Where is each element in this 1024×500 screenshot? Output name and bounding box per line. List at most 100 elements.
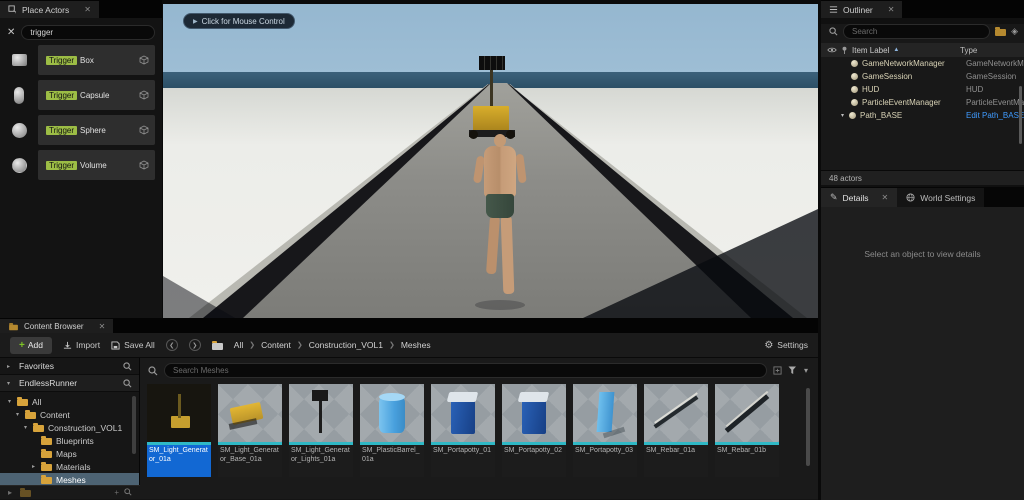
column-item-label[interactable]: Item Label — [852, 46, 889, 55]
mouse-control-button[interactable]: ▶ Click for Mouse Control — [183, 13, 295, 29]
list-item-trigger-volume[interactable]: Trigger Volume — [0, 150, 162, 180]
asset-label: SM_Light_Generator_01a — [147, 445, 211, 477]
breadcrumb-item[interactable]: Construction_VOL1 — [309, 340, 383, 350]
breadcrumb-item[interactable]: Meshes — [401, 340, 431, 350]
chevron-down-icon[interactable]: ▾ — [22, 424, 29, 431]
list-item-trigger-capsule[interactable]: Trigger Capsule — [0, 80, 162, 110]
runner-left-leg — [486, 216, 500, 275]
tab-world-settings[interactable]: World Settings — [897, 188, 984, 207]
tree-item-content[interactable]: ▾ Content — [0, 408, 139, 421]
tab-outliner[interactable]: Outliner ✕ — [821, 1, 902, 18]
favorites-section[interactable]: ▸ Favorites — [0, 358, 139, 375]
new-folder-icon[interactable] — [995, 29, 1006, 36]
asset-thumbnail — [431, 384, 495, 442]
content-browser-panel: Content Browser ✕ + Add Import Save All … — [0, 318, 818, 500]
content-browser-toolbar: + Add Import Save All ❮ ❯ All ❯ Content … — [0, 333, 818, 358]
chevron-down-icon[interactable]: ▾ — [14, 411, 21, 418]
chevron-right-icon[interactable]: ▸ — [30, 463, 37, 470]
asset-tile[interactable]: SM_PlasticBarrel_01a — [360, 384, 426, 477]
tab-details[interactable]: ✎ Details ✕ — [821, 188, 897, 207]
back-button[interactable]: ❮ — [166, 339, 178, 351]
table-row[interactable]: GameNetworkManager GameNetworkManager — [821, 57, 1024, 70]
breadcrumb-item[interactable]: Content — [261, 340, 291, 350]
tree-scrollbar[interactable] — [132, 396, 136, 454]
pin-icon[interactable] — [841, 46, 848, 54]
content-browser-tabbar: Content Browser ✕ — [0, 318, 818, 333]
column-type[interactable]: Type — [960, 46, 1018, 55]
tree-item-materials[interactable]: ▸ Materials — [0, 460, 139, 473]
collections-bar: ▸ + — [0, 485, 140, 499]
table-row[interactable]: ParticleEventManager ParticleEventManage… — [821, 96, 1024, 109]
add-collection-icon[interactable]: + — [114, 488, 119, 497]
chevron-right-icon[interactable]: ▸ — [8, 488, 12, 497]
folder-tree: ▾ All ▾ Content ▾ Construction_VOL1 — [0, 392, 139, 499]
close-icon[interactable]: ✕ — [888, 5, 895, 14]
add-button[interactable]: + Add — [10, 337, 52, 354]
outliner-search-input[interactable] — [843, 24, 990, 39]
outliner-scrollbar[interactable] — [1019, 86, 1022, 144]
asset-tile[interactable]: SM_Rebar_01b — [715, 384, 781, 477]
asset-thumbnail — [715, 384, 779, 442]
actor-count: 48 actors — [821, 170, 1024, 185]
asset-thumbnail — [644, 384, 708, 442]
import-button[interactable]: Import — [63, 340, 100, 350]
search-icon — [148, 366, 158, 376]
breadcrumb-item[interactable]: All — [234, 340, 243, 350]
actor-label: GameSession — [862, 72, 966, 81]
asset-tile[interactable]: SM_Rebar_01a — [644, 384, 710, 477]
outliner-tabbar: Outliner ✕ — [821, 0, 1024, 18]
chevron-down-icon[interactable]: ▾ — [841, 112, 849, 119]
asset-tile[interactable]: SM_Light_Generator_Base_01a — [218, 384, 284, 477]
table-row[interactable]: ▾ Path_BASE Edit Path_BASE — [821, 109, 1024, 122]
path-folder-icon[interactable] — [212, 343, 223, 350]
asset-tile[interactable]: SM_Light_Generator_01a — [147, 384, 213, 477]
drag-cube-icon — [139, 160, 149, 170]
forward-button[interactable]: ❯ — [189, 339, 201, 351]
tab-place-actors[interactable]: Place Actors ✕ — [0, 1, 99, 18]
asset-tile[interactable]: SM_Portapotty_02 — [502, 384, 568, 477]
search-icon — [829, 27, 838, 36]
settings-button[interactable]: ⚙ Settings — [764, 340, 808, 351]
tab-label: Details — [843, 193, 869, 203]
character-shadow — [475, 300, 525, 310]
table-row[interactable]: HUD HUD — [821, 83, 1024, 96]
save-all-button[interactable]: Save All — [111, 340, 155, 350]
tree-item-blueprints[interactable]: Blueprints — [0, 434, 139, 447]
filter-funnel-icon[interactable] — [788, 366, 798, 375]
asset-tile[interactable]: SM_Portapotty_01 — [431, 384, 497, 477]
tab-content-browser[interactable]: Content Browser ✕ — [0, 319, 113, 333]
chevron-down-icon[interactable]: ▾ — [6, 398, 13, 405]
tree-item-construction-vol1[interactable]: ▾ Construction_VOL1 — [0, 421, 139, 434]
place-actors-search-input[interactable] — [21, 25, 155, 40]
asset-thumbnail — [147, 384, 211, 442]
item-label: Sphere — [80, 126, 106, 135]
search-icon[interactable] — [123, 362, 132, 371]
close-icon[interactable]: ✕ — [99, 322, 106, 331]
close-icon[interactable]: ✕ — [882, 193, 889, 202]
list-item-trigger-box[interactable]: Trigger Box — [0, 45, 162, 75]
collections-folder-icon — [20, 490, 31, 497]
tree-item-all[interactable]: ▾ All — [0, 395, 139, 408]
save-search-icon[interactable] — [773, 366, 782, 375]
details-tabbar: ✎ Details ✕ World Settings — [821, 187, 1024, 207]
asset-tile[interactable]: SM_Light_Generator_Lights_01a — [289, 384, 355, 477]
outliner-options-icon[interactable]: ◈ — [1011, 26, 1018, 37]
search-icon[interactable] — [124, 488, 132, 496]
visibility-eye-icon[interactable] — [827, 46, 837, 54]
viewport-scene[interactable]: ▶ Click for Mouse Control — [163, 4, 818, 318]
search-icon[interactable] — [123, 379, 132, 388]
asset-search-input[interactable] — [164, 363, 767, 378]
project-section[interactable]: ▾ EndlessRunner — [0, 375, 139, 392]
edit-path-link[interactable]: Edit Path_BASE — [966, 111, 1024, 120]
list-item-trigger-sphere[interactable]: Trigger Sphere — [0, 115, 162, 145]
close-icon[interactable]: ✕ — [84, 5, 91, 14]
tree-item-maps[interactable]: Maps — [0, 447, 139, 460]
asset-tile[interactable]: SM_Portapotty_03 — [573, 384, 639, 477]
table-row[interactable]: GameSession GameSession — [821, 70, 1024, 83]
asset-grid-scrollbar[interactable] — [806, 388, 810, 466]
search-highlight: Trigger — [46, 56, 77, 65]
filter-caret-icon[interactable]: ▾ — [804, 366, 808, 375]
folder-icon — [25, 412, 36, 419]
runner-character — [471, 132, 531, 318]
clear-search-icon[interactable]: ✕ — [7, 27, 15, 38]
